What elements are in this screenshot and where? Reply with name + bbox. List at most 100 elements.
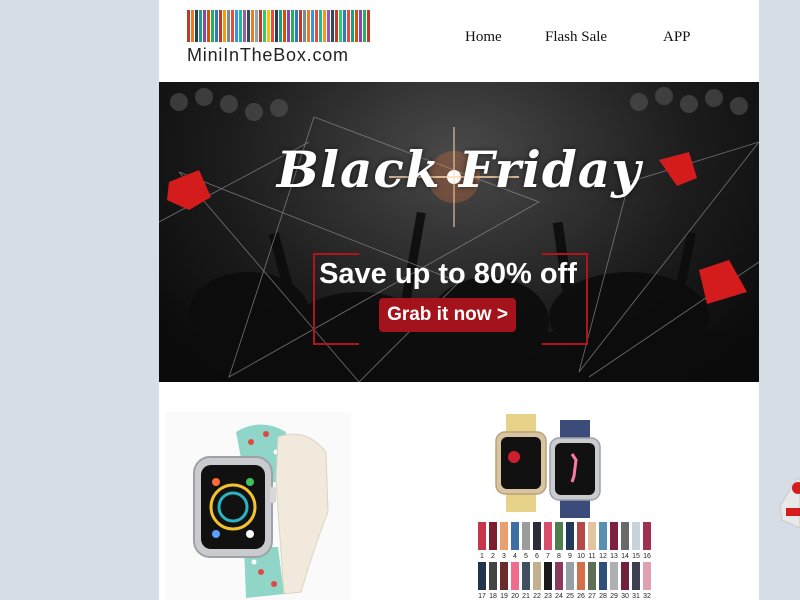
swatch-number: 29 [610,593,618,600]
barcode-stripe [303,10,306,42]
band-color-swatch [533,522,541,550]
band-color-swatch [632,562,640,590]
barcode-stripe [319,10,322,42]
band-color-swatch [555,562,563,590]
band-color-swatch [511,562,519,590]
barcode-stripe [347,10,350,42]
swatch-number: 15 [632,553,640,560]
band-color-swatch [577,522,585,550]
barcode-stripe [299,10,302,42]
swatch-number: 28 [599,593,607,600]
band-color-swatch [632,522,640,550]
band-color-swatch [577,562,585,590]
swatch-number: 21 [522,593,530,600]
swatch-number: 1 [480,553,484,560]
band-color-swatch [588,562,596,590]
swatch-number: 11 [588,553,595,560]
swatch-number: 20 [511,593,519,600]
barcode-stripe [331,10,334,42]
barcode-stripe [219,10,222,42]
barcode-stripe [191,10,194,42]
swatch-number: 18 [489,593,497,600]
barcode-stripe [343,10,346,42]
barcode-stripe [255,10,258,42]
swatch-number: 26 [577,593,585,600]
black-friday-banner[interactable]: Black Friday Save up to 80% off Grab it … [159,82,759,382]
swatch-number: 2 [491,553,495,560]
swatch-number: 25 [566,593,574,600]
band-color-swatch [500,522,508,550]
band-color-swatch [500,562,508,590]
band-color-swatch [544,522,552,550]
swatch-number: 23 [544,593,552,600]
barcode-stripe [367,10,370,42]
barcode-stripe [351,10,354,42]
barcode-stripe [243,10,246,42]
barcode-stripe [215,10,218,42]
grab-it-now-button[interactable]: Grab it now > [379,298,516,332]
band-color-swatch [610,522,618,550]
swatch-number: 27 [588,593,596,600]
smartwatch-printed-band-icon [193,424,329,598]
barcode-stripe [307,10,310,42]
swatch-number: 16 [643,553,651,560]
nav-home[interactable]: Home [465,29,502,46]
barcode-stripe [287,10,290,42]
swatch-number: 5 [524,553,528,560]
barcode-stripe [199,10,202,42]
product-section: 1 2 3 4 5 6 7 8 9 10 11 12 13 14 15 16 17 18 19 20 21 22 23 24… [159,382,759,600]
barcode-stripe [295,10,298,42]
swatch-number: 32 [643,593,651,600]
swatch-number: 30 [621,593,629,600]
barcode-stripe [259,10,262,42]
swatch-number: 13 [610,553,618,560]
swatch-number: 22 [533,593,541,600]
band-color-swatch [555,522,563,550]
product-watch-band-sport-loop[interactable]: 1 2 3 4 5 6 7 8 9 10 11 12 13 14 15 16 17 18 19 20 21 22 23 24… [474,412,654,600]
partial-product-icon [779,478,800,529]
barcode-stripe [251,10,254,42]
band-color-swatch [489,562,497,590]
banner-title: Black Friday [276,140,642,199]
band-color-swatch [588,522,596,550]
nav-app[interactable]: APP [663,29,691,46]
band-color-swatch [599,522,607,550]
swatch-number: 10 [577,553,585,560]
swatch-number: 19 [500,593,508,600]
barcode-stripe [227,10,230,42]
logo-text: MiniInTheBox.com [187,45,349,65]
band-color-swatch [621,522,629,550]
swatch-number: 12 [599,553,607,560]
barcode-stripe [363,10,366,42]
band-color-swatch [643,562,651,590]
product-watch-band-printed[interactable] [166,412,351,600]
barcode-stripe [283,10,286,42]
band-color-swatch [566,522,574,550]
band-color-swatch [511,522,519,550]
swatch-number: 24 [555,593,563,600]
barcode-stripe [339,10,342,42]
smartwatch-sport-loop-icon: 1 2 3 4 5 6 7 8 9 10 11 12 13 14 15 16 17 18 19 20 21 22 23 24… [478,414,651,600]
band-color-swatch [478,562,486,590]
band-color-swatch [621,562,629,590]
barcode-stripe [239,10,242,42]
barcode-stripe [231,10,234,42]
band-color-swatch [522,562,530,590]
nav-flash-sale[interactable]: Flash Sale [545,29,607,46]
barcode-stripe [315,10,318,42]
band-color-swatch [643,522,651,550]
barcode-stripe [327,10,330,42]
band-color-swatch [566,562,574,590]
barcode-stripe [207,10,210,42]
swatch-number: 7 [546,553,550,560]
barcode-stripe [247,10,250,42]
email-header: MiniInTheBox.com Home Flash Sale APP [159,0,759,82]
barcode-stripe [187,10,190,42]
barcode-stripe [335,10,338,42]
band-color-swatch [599,562,607,590]
swatch-number: 4 [513,553,517,560]
barcode-stripe [275,10,278,42]
swatch-number: 3 [502,553,506,560]
barcode-stripe [271,10,274,42]
logo[interactable]: MiniInTheBox.com [187,10,373,68]
